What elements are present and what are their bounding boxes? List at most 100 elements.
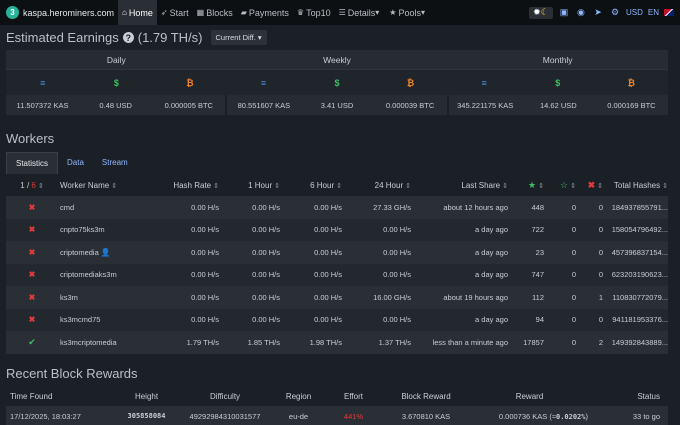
earnings-values: 11.507372 KAS 0.48 USD 0.000005 BTC 80.5…	[6, 95, 668, 115]
col-height: Height	[134, 392, 159, 401]
worker-valid: 94	[535, 315, 544, 325]
nav-start[interactable]: ➶ Start	[157, 0, 193, 25]
question-circle-icon[interactable]: ?	[122, 32, 134, 43]
reward-height[interactable]: 305858084	[114, 412, 179, 420]
nav-home[interactable]: ⌂ Home	[118, 0, 157, 25]
brand-link[interactable]: 3 kaspa.herominers.com	[0, 0, 118, 25]
worker-invalid: 1	[598, 292, 603, 302]
worker-6h: 0.00 H/s	[314, 315, 342, 325]
offline-x-icon: ✖	[28, 225, 36, 235]
uk-flag-icon[interactable]	[664, 9, 674, 16]
col-reward: Reward	[515, 392, 544, 401]
star-filled-icon: ★	[528, 180, 537, 190]
sort-icon: ⇕	[662, 183, 668, 190]
offline-x-icon: ✖	[28, 270, 36, 280]
monthly-btc: 0.000169 BTC	[594, 95, 668, 115]
col-worker-name[interactable]: Worker Name ⇕	[58, 181, 150, 190]
table-row[interactable]: ✖ criptomediaks3m 0.00 H/s 0.00 H/s 0.00…	[6, 263, 668, 286]
col-24-hour[interactable]: 24 Hour ⇕	[342, 181, 411, 190]
col-total-hashes[interactable]: Total Hashes ⇕	[603, 181, 668, 190]
chat-icon[interactable]: ▣	[558, 7, 570, 19]
table-row[interactable]: ✖ cmd 0.00 H/s 0.00 H/s 0.00 H/s 27.33 G…	[6, 196, 668, 219]
usd-dollar-icon: $	[113, 77, 119, 88]
reward-difficulty: 49292984310031577	[189, 411, 261, 421]
table-row[interactable]: ✖ ks3mcmd75 0.00 H/s 0.00 H/s 0.00 H/s 0…	[6, 308, 668, 331]
worker-valid: 722	[531, 225, 544, 235]
worker-invalid: 0	[598, 225, 603, 235]
currency-selector[interactable]: USD	[626, 8, 643, 17]
table-row[interactable]: ✖ ks3m 0.00 H/s 0.00 H/s 0.00 H/s 16.00 …	[6, 286, 668, 309]
col-hash-rate[interactable]: Hash Rate ⇕	[150, 181, 219, 190]
btc-bitcoin-icon: ₿	[406, 77, 415, 88]
weekly-kas: 80.551607 KAS	[225, 95, 301, 115]
col-time-found: Time Found	[10, 392, 53, 401]
daily-btc: 0.000005 BTC	[152, 95, 226, 115]
worker-6h: 0.00 H/s	[314, 202, 342, 212]
discord-icon[interactable]: ◉	[575, 7, 587, 19]
worker-24h: 1.37 TH/s	[378, 337, 411, 347]
worker-valid: 747	[531, 270, 544, 280]
worker-total: 941181953376...	[612, 315, 668, 325]
nav-payments[interactable]: ▰ Payments	[237, 0, 293, 25]
worker-hashrate: 0.00 H/s	[191, 270, 219, 280]
col-block-reward: Block Reward	[401, 392, 451, 401]
col-last-share[interactable]: Last Share ⇕	[411, 181, 508, 190]
top-navbar: 3 kaspa.herominers.com ⌂ Home ➶ Start ▦ Blo…	[0, 0, 680, 25]
worker-invalid: 0	[598, 247, 603, 257]
rocket-icon: ➶	[160, 8, 168, 17]
language-selector[interactable]: EN	[648, 8, 659, 17]
worker-1h: 0.00 H/s	[252, 292, 280, 302]
worker-total: 110830772079...	[612, 292, 668, 302]
table-row[interactable]: 17/12/2025, 18:03:27 305858084 492929843…	[6, 406, 668, 425]
worker-name: cnpto75ks3m	[60, 225, 105, 235]
star-outline-icon: ☆	[560, 180, 569, 190]
col-6-hour[interactable]: 6 Hour ⇕	[280, 181, 342, 190]
kas-coin-icon: ≡	[40, 77, 46, 88]
reward-status: 33 to go	[632, 411, 660, 421]
table-row[interactable]: ✖ criptomedia 👤 0.00 H/s 0.00 H/s 0.00 H/…	[6, 241, 668, 264]
rewards-table-header: Time Found Height Difficulty Region Effo…	[6, 387, 668, 406]
nav-blocks[interactable]: ▦ Blocks	[193, 0, 237, 25]
tab-stream[interactable]: Stream	[93, 152, 137, 174]
period-monthly: Monthly	[542, 55, 573, 65]
workers-table: 1 / 6 ⇕ Worker Name ⇕ Hash Rate ⇕ 1 Hour ⇕ 6…	[6, 175, 668, 354]
nav-pools[interactable]: ★ Pools ▾	[385, 0, 431, 25]
tab-statistics[interactable]: Statistics	[6, 152, 59, 174]
worker-last-share: less than a minute ago	[432, 337, 508, 347]
worker-1h: 0.00 H/s	[252, 225, 280, 235]
workers-tabs: Statistics Data Stream	[6, 152, 137, 174]
workers-title: Workers	[6, 131, 55, 146]
main-nav: ⌂ Home ➶ Start ▦ Blocks ▰ Payments ♛ Top10 ☰ D…	[118, 0, 431, 25]
col-stale-shares[interactable]: ☆ ⇕	[544, 180, 576, 191]
worker-count-indicator[interactable]: 1 / 6 ⇕	[6, 181, 58, 190]
nav-top10[interactable]: ♛ Top10	[293, 0, 335, 25]
list-icon: ☰	[338, 8, 346, 17]
settings-gear-icon[interactable]: ⚙	[609, 7, 621, 19]
user-icon: 👤	[100, 247, 111, 257]
table-row[interactable]: ✖ cnpto75ks3m 0.00 H/s 0.00 H/s 0.00 H/s…	[6, 218, 668, 241]
col-valid-shares[interactable]: ★ ⇕	[508, 180, 544, 191]
col-region: Region	[285, 392, 312, 401]
nav-details[interactable]: ☰ Details ▾	[335, 0, 386, 25]
worker-count-total: 6	[31, 181, 36, 190]
worker-last-share: a day ago	[475, 315, 508, 325]
worker-6h: 0.00 H/s	[314, 270, 342, 280]
telegram-icon[interactable]: ➤	[592, 7, 604, 19]
worker-total: 158054796492...	[611, 225, 668, 235]
worker-hashrate: 0.00 H/s	[191, 315, 219, 325]
tab-data[interactable]: Data	[58, 152, 93, 174]
col-label: Last Share	[461, 181, 501, 190]
sort-icon: ⇕	[37, 183, 44, 190]
current-diff-dropdown[interactable]: Current Diff. ▾	[210, 30, 267, 45]
worker-invalid: 0	[598, 202, 603, 212]
theme-toggle[interactable]: ✹ ☾	[528, 6, 553, 19]
moon-icon: ☾	[540, 7, 549, 17]
worker-stale: 0	[571, 225, 576, 235]
table-row[interactable]: ✔ ks3mcriptomedia 1.79 TH/s 1.85 TH/s 1.…	[6, 331, 668, 354]
reward-time: 17/12/2025, 18:03:27	[10, 411, 81, 421]
col-invalid-shares[interactable]: ✖ ⇕	[576, 180, 603, 191]
worker-valid: 112	[532, 292, 544, 302]
estimated-hashrate: (1.79 TH/s)	[137, 30, 203, 45]
brand-name: kaspa.herominers.com	[23, 7, 115, 18]
col-1-hour[interactable]: 1 Hour ⇕	[219, 181, 280, 190]
